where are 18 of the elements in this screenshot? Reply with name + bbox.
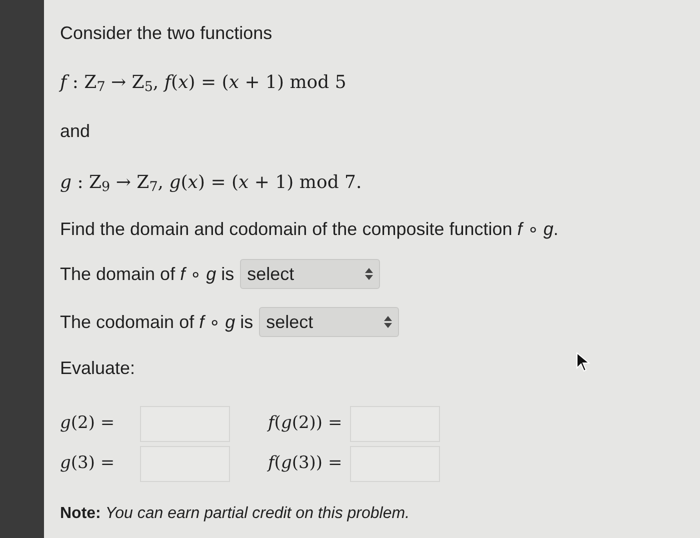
up-down-arrows-icon bbox=[365, 268, 374, 280]
select-dropdown[interactable]: select bbox=[259, 307, 400, 337]
answer-label: f(g(2)) = bbox=[266, 412, 344, 436]
evaluate-heading: Evaluate: bbox=[60, 357, 136, 380]
answer-label: g(2) = bbox=[60, 412, 116, 436]
answer-label: f(g(3)) = bbox=[266, 452, 344, 476]
formula: f : Z$_{7}$ → Z$_{5}$, f(x) = (x + 1) mod 5 bbox=[60, 71, 346, 96]
select-label: The codomain of f ∘ g is bbox=[60, 310, 254, 334]
select-label: The domain of f ∘ g is bbox=[60, 262, 234, 286]
note-text: Note: You can earn partial credit on this problem. bbox=[60, 504, 410, 524]
select-dropdown[interactable]: select bbox=[240, 259, 380, 289]
cursor-icon bbox=[576, 352, 590, 372]
intro-text: Consider the two functions bbox=[60, 22, 274, 45]
up-down-arrows-icon bbox=[384, 316, 392, 328]
formula: g : Z$_{9}$ → Z$_{7}$, g(x) = (x + 1) mod 7. bbox=[60, 171, 362, 196]
question-text: Find the domain and codomain of the composite function f ∘ g. bbox=[60, 218, 558, 241]
connector-text: and bbox=[60, 120, 90, 143]
answer-label: g(3) = bbox=[60, 452, 116, 476]
